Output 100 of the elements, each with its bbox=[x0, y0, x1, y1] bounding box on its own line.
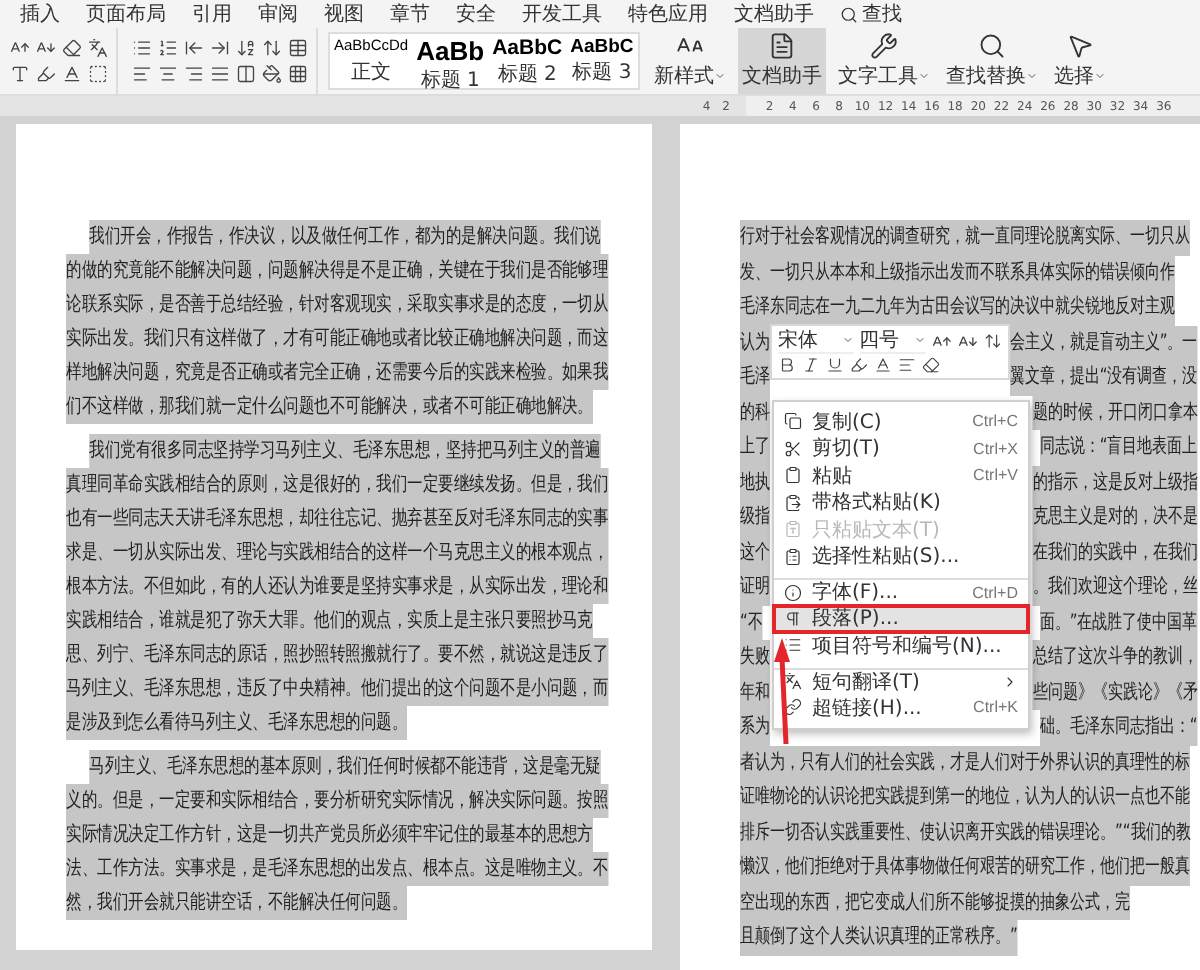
line-spacing-icon[interactable] bbox=[262, 38, 282, 58]
font-shrink-icon[interactable] bbox=[958, 331, 979, 352]
text-fragment: 级指 bbox=[740, 500, 770, 535]
annotation-arrow bbox=[774, 638, 790, 745]
ribbon-button[interactable]: 文字工具 bbox=[833, 28, 934, 94]
pointer-icon bbox=[1065, 32, 1094, 60]
document-icon bbox=[767, 32, 796, 60]
text-fragment: 证明 bbox=[740, 570, 770, 605]
caret-icon bbox=[713, 70, 726, 82]
paragraph: 马列主义、毛泽东思想的基本原则，我们任何时候都不能违背，这是毫无疑义的。但是，一定要和实际相结合，要分析研究实际情况，解决实际问题。按照实际情况决定工作方针，这是一切共产党员所必须牢牢记住的最基本的思想方法、工作方法。实事求是，是毛泽东思想的出发点、根本点。这是唯物主义。不然，我们开会就只能讲空话，不能解决任何问题。 bbox=[66, 750, 609, 920]
numbered-list-icon[interactable] bbox=[158, 38, 178, 58]
search-icon bbox=[977, 32, 1006, 60]
caret-icon bbox=[914, 334, 927, 347]
menu-item[interactable]: 超链接(H)... Ctrl+K bbox=[774, 694, 1028, 721]
caret-icon bbox=[1093, 70, 1106, 82]
menu-item[interactable]: 项目符号和编号(N)... bbox=[774, 632, 1028, 659]
search-label: 查找 bbox=[862, 1, 902, 28]
highlighter-icon[interactable] bbox=[850, 356, 868, 375]
font-select[interactable]: 宋体 bbox=[778, 329, 854, 354]
font-color-icon[interactable] bbox=[874, 356, 892, 375]
text-fragment: 础。毛泽东同志指出：“ bbox=[1039, 710, 1198, 745]
menu-tab[interactable]: 开发工具 bbox=[522, 0, 602, 28]
ribbon-button[interactable]: 新样式 bbox=[649, 28, 730, 94]
italic-icon[interactable] bbox=[802, 356, 820, 375]
menu-item[interactable]: 选择性粘贴(S)... bbox=[774, 543, 1028, 570]
border-icon[interactable] bbox=[288, 64, 308, 84]
shortcut-label: Ctrl+D bbox=[972, 583, 1018, 602]
menu-item[interactable]: 段落(P)... bbox=[774, 605, 1028, 632]
ribbon-button[interactable]: 查找替换 bbox=[941, 28, 1042, 94]
text-fragment: 这个 bbox=[740, 535, 770, 570]
outdent-icon[interactable] bbox=[184, 38, 204, 58]
style-label[interactable]: 标题 3 bbox=[572, 58, 632, 86]
style-label[interactable]: 正文 bbox=[351, 58, 392, 86]
menu-item[interactable]: 粘贴 Ctrl+V bbox=[774, 462, 1028, 489]
style-sample[interactable]: AaBbC bbox=[492, 36, 563, 60]
underline-icon[interactable] bbox=[826, 356, 844, 375]
text-fragment: 的指示，这是反对上级指 bbox=[1032, 465, 1198, 500]
menu-item[interactable]: 短句翻译(T) bbox=[774, 667, 1028, 694]
menu-tab[interactable]: 页面布局 bbox=[86, 0, 166, 28]
text-effect-icon[interactable] bbox=[10, 64, 30, 84]
shortcut-label: Ctrl+V bbox=[973, 466, 1018, 485]
text-fragment: 上了 bbox=[740, 430, 770, 465]
clipboard-icon bbox=[784, 520, 802, 539]
table-icon[interactable] bbox=[288, 38, 308, 58]
menu-tab[interactable]: 文档助手 bbox=[734, 0, 814, 28]
caret-icon bbox=[917, 70, 930, 82]
style-label[interactable]: 标题 2 bbox=[497, 60, 557, 88]
text-fragment: 失败 bbox=[740, 640, 770, 675]
font-grow-icon[interactable] bbox=[10, 38, 30, 58]
paragraph: 我们党有很多同志坚持学习马列主义、毛泽东思想，坚持把马列主义的普遍真理同革命实践相结合的原则，这是很好的，我们一定要继续发扬。但是，我们也有一些同志天天讲毛泽东思想，却往往忘记、抛弃甚至反对毛泽东同志的实事求是、一切从实际出发、理论与实践相结合的这样一个马克思主义的根本观点，根本方法。不但如此，有的人还认为谁要是坚持实事求是，从实际出发，理论和实践相结合，谁就是犯了弥天大罪。他们的观点，实质上是主张只要照抄马克思、列宁、毛泽东同志的原话，照抄照转照搬就行了。要不然，就说这是违反了马列主义、毛泽东思想，违反了中央精神。他们提出的这个问题不是小问题，而是涉及到怎么看待马列主义、毛泽东思想的问题。 bbox=[66, 434, 609, 740]
menu-item[interactable]: 复制(C) Ctrl+C bbox=[774, 408, 1028, 435]
text-fragment: 系为 bbox=[740, 710, 770, 745]
text-fragment: 克思主义是对的，决不是 bbox=[1032, 500, 1198, 535]
align-center-icon[interactable] bbox=[158, 64, 178, 84]
paragraph-icon bbox=[784, 609, 802, 628]
menu-item[interactable]: 带格式粘贴(K) bbox=[774, 489, 1028, 516]
clipboard-icon bbox=[784, 493, 802, 512]
char-border-icon[interactable] bbox=[88, 64, 108, 84]
menu-tab[interactable]: 引用 bbox=[192, 0, 232, 28]
justify-icon[interactable] bbox=[210, 64, 230, 84]
style-label[interactable]: 标题 1 bbox=[420, 66, 480, 94]
style-sample[interactable]: AaBbC bbox=[570, 36, 634, 58]
text-fragment: 在我们的实践中，在我们 bbox=[1032, 535, 1198, 570]
line-spacing-icon[interactable] bbox=[984, 332, 1002, 351]
highlighter-icon[interactable] bbox=[36, 64, 56, 84]
size-select[interactable]: 四号 bbox=[859, 329, 927, 354]
sort-icon[interactable] bbox=[236, 38, 256, 58]
menu-tab[interactable]: 安全 bbox=[456, 0, 496, 28]
menu-item[interactable]: 剪切(T) Ctrl+X bbox=[774, 435, 1028, 462]
menu-tab[interactable]: 章节 bbox=[390, 0, 430, 28]
menu-tab[interactable]: 插入 bbox=[20, 0, 60, 28]
shortcut-label: Ctrl+K bbox=[973, 698, 1018, 717]
search-tab[interactable]: 查找 bbox=[840, 0, 902, 28]
clipboard-icon bbox=[784, 547, 802, 566]
text-fragment: 会主义，就是盲动主义”。一 bbox=[1009, 325, 1198, 360]
indent-icon[interactable] bbox=[210, 38, 230, 58]
eraser-icon[interactable] bbox=[62, 38, 82, 58]
align-left-icon[interactable] bbox=[132, 64, 152, 84]
bullet-list-icon[interactable] bbox=[132, 38, 152, 58]
menu-tab[interactable]: 特色应用 bbox=[628, 0, 708, 28]
ribbon-button[interactable]: 选择 bbox=[1049, 28, 1110, 94]
columns-icon[interactable] bbox=[236, 64, 256, 84]
eraser-icon[interactable] bbox=[922, 356, 940, 375]
text-fragment: 的科 bbox=[740, 395, 770, 430]
style-sample[interactable]: AaBb bbox=[416, 36, 485, 66]
text-fragment: 些问题》《实践论》《矛 bbox=[1032, 675, 1198, 710]
align-right-icon[interactable] bbox=[184, 64, 204, 84]
menu-tab[interactable]: 审阅 bbox=[258, 0, 298, 28]
text-fragment: “不 bbox=[740, 605, 763, 640]
text-fragment: 同志说：“盲目地表面上 bbox=[1039, 430, 1198, 465]
menu-tab[interactable]: 视图 bbox=[324, 0, 364, 28]
font-color-icon[interactable] bbox=[62, 64, 82, 84]
shading-icon[interactable] bbox=[262, 64, 282, 84]
align-icon[interactable] bbox=[898, 356, 916, 375]
circle-icon bbox=[784, 583, 802, 602]
font-shrink-icon[interactable] bbox=[36, 38, 56, 58]
list-icon bbox=[784, 636, 802, 655]
font-grow-icon[interactable] bbox=[932, 331, 953, 352]
bold-icon[interactable] bbox=[778, 356, 796, 375]
ribbon-button[interactable]: 文档助手 bbox=[737, 28, 826, 94]
